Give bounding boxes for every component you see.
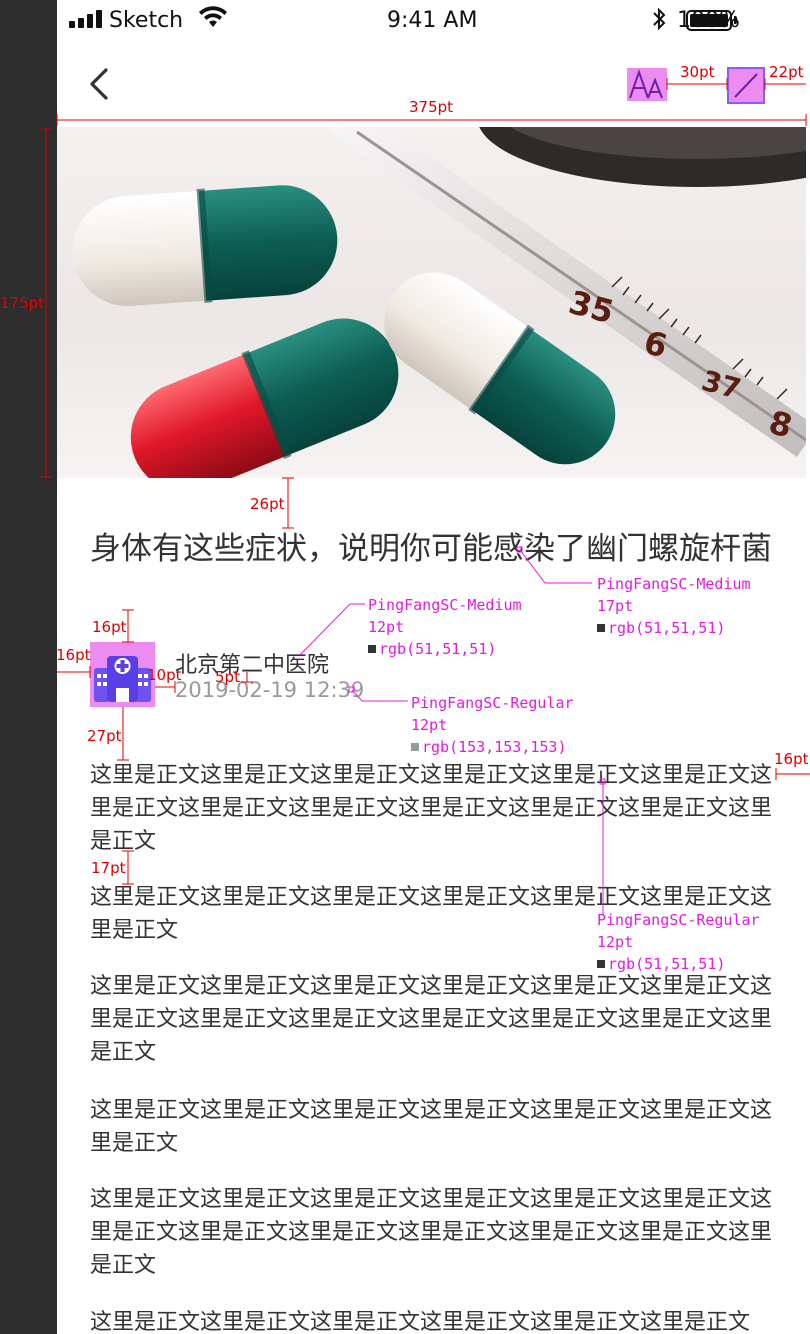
body-paragraph: 这里是正文这里是正文这里是正文这里是正文这里是正文这里是正文这里是正文这里是正文… (90, 974, 773, 1065)
body-paragraph: 这里是正文这里是正文这里是正文这里是正文这里是正文这里是正文 (90, 1310, 751, 1334)
dim-label: 16pt (56, 646, 91, 664)
dim-label: 26pt (250, 495, 285, 513)
hero-image: 35 6 37 8 (57, 127, 806, 478)
wifi-icon (199, 6, 227, 27)
canvas-background (0, 0, 57, 1334)
dim-label: 22pt (769, 63, 804, 81)
dim-label: 175pt (0, 294, 45, 312)
hospital-avatar (90, 642, 155, 707)
carrier-label: Sketch (109, 8, 184, 33)
battery-cap (734, 16, 737, 24)
font-size-icon[interactable] (627, 68, 667, 101)
dim-label: 10pt (147, 666, 182, 684)
battery-icon (686, 10, 732, 31)
publish-date: 2019-02-19 12:39 (175, 678, 365, 702)
thermo-mark: 37 (698, 364, 744, 406)
dim-label: 5pt (215, 668, 240, 686)
dim-label: 375pt (409, 98, 454, 116)
article-title: 身体有这些症状，说明你可能感染了幽门螺旋杆菌 (90, 531, 772, 567)
signal-icon (69, 10, 105, 28)
dim-label: 30pt (680, 63, 715, 81)
share-icon[interactable] (727, 67, 765, 104)
status-time: 9:41 AM (387, 8, 478, 33)
dim-label: 17pt (91, 859, 126, 877)
bluetooth-icon (653, 7, 666, 31)
dim-label: 16pt (92, 618, 127, 636)
canvas-edge (806, 0, 810, 1334)
medicine-photo: 35 6 37 8 (72, 127, 806, 478)
body-paragraph: 这里是正文这里是正文这里是正文这里是正文这里是正文这里是正文这里是正文这里是正文… (90, 1187, 773, 1278)
source-spec: PingFangSC-Medium 12pt rgb(51,51,51) (368, 596, 522, 658)
hospital-icon (94, 656, 151, 702)
design-canvas: Sketch 9:41 AM 100% 35 6 37 8 身体有这些症状，说明… (0, 0, 810, 1334)
source-name[interactable]: 北京第二中医院 (175, 647, 329, 679)
back-chevron-icon[interactable] (86, 64, 112, 104)
body-spec: PingFangSC-Regular 12pt rgb(51,51,51) (597, 911, 760, 973)
dim-label: 27pt (87, 727, 122, 745)
date-spec: PingFangSC-Regular 12pt rgb(153,153,153) (411, 694, 574, 756)
body-paragraph: 这里是正文这里是正文这里是正文这里是正文这里是正文这里是正文这里是正文这里是正文… (90, 763, 773, 854)
title-spec: PingFangSC-Medium 17pt rgb(51,51,51) (597, 575, 751, 637)
body-paragraph: 这里是正文这里是正文这里是正文这里是正文这里是正文这里是正文这里是正文 (90, 1098, 773, 1156)
dim-label: 16pt (774, 750, 809, 768)
